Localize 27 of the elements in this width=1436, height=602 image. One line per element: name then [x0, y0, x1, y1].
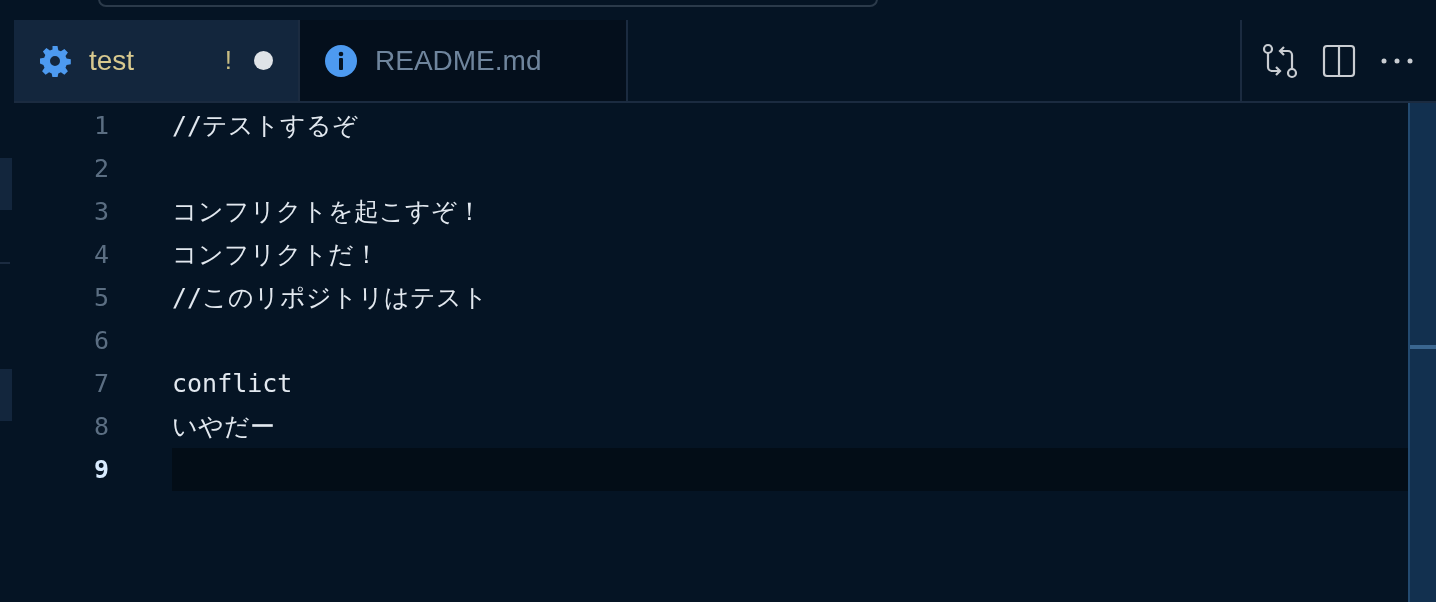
line-number: 5 — [92, 281, 109, 314]
code-line: いやだー — [172, 410, 275, 443]
line-number: 4 — [92, 238, 109, 271]
scrollbar[interactable] — [1408, 103, 1436, 602]
gear-icon — [39, 44, 71, 77]
line-number: 6 — [92, 324, 109, 357]
change-marker — [0, 158, 12, 210]
code-line: //テストするぞ — [172, 109, 359, 142]
unsaved-dot — [254, 51, 273, 70]
change-marker — [0, 369, 12, 421]
editor-tab[interactable]: README.md — [300, 20, 628, 101]
line-number: 2 — [92, 152, 109, 185]
line-number: 3 — [92, 195, 109, 228]
info-icon — [325, 44, 357, 77]
code-line: コンフリクトを起こすぞ！ — [172, 195, 482, 228]
editor-tab[interactable]: test ! — [14, 20, 300, 101]
compare-changes-icon[interactable] — [1262, 42, 1298, 79]
split-editor-icon[interactable] — [1322, 43, 1356, 78]
line-number: 7 — [92, 367, 109, 400]
code-line: //このリポジトリはテスト — [172, 281, 489, 314]
line-number: 8 — [92, 410, 109, 443]
scroll-marker — [1410, 345, 1436, 349]
warning-indicator: ! — [224, 44, 232, 77]
code-line: コンフリクトだ！ — [172, 238, 379, 271]
line-number: 9 — [92, 453, 109, 486]
code-line: conflict — [172, 367, 293, 400]
line-number: 1 — [92, 109, 109, 142]
